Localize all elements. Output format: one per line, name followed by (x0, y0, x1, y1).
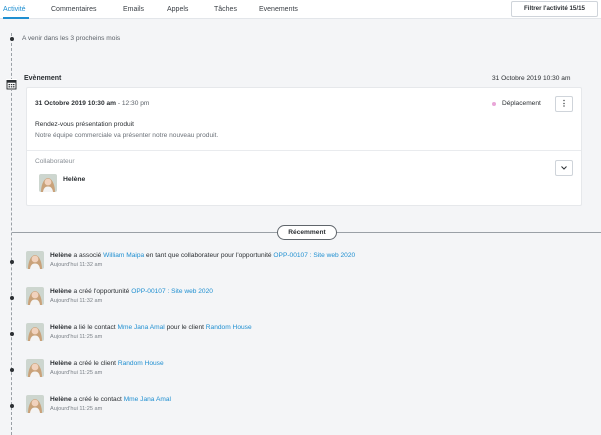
activity-item: Helène a créé le client Random House Aujo… (0, 359, 601, 385)
upcoming-section-label: A venir dans les 3 procheins mois (22, 35, 121, 42)
activity-timestamp: Aujourd'hui 11:25 am (50, 334, 103, 340)
activity-link[interactable]: Random House (206, 324, 252, 331)
activity-item: Helène a lié le contact Mme Jana Amal po… (0, 323, 601, 349)
tab-emails[interactable]: Emails (123, 6, 144, 13)
activity-user: Helène (50, 324, 72, 331)
avatar (26, 359, 44, 377)
collaborator-name: Helène (63, 176, 86, 183)
filter-activity-button[interactable]: Filtrer l'activité 15/15 (511, 1, 598, 17)
activity-link[interactable]: William Maipa (103, 252, 144, 259)
tab-commentaires[interactable]: Commentaires (51, 6, 97, 13)
event-card: 31 Octobre 2019 10:30 am - 12:30 pm Dépl… (26, 87, 582, 206)
timeline-dot (10, 332, 14, 336)
more-options-button[interactable]: ⋮ (555, 96, 573, 112)
activity-item: Helène a créé l'opportunité OPP-00107 : … (0, 287, 601, 313)
activity-text-part: a créé l'opportunité (73, 288, 132, 295)
avatar (26, 287, 44, 305)
event-end: - 12:30 pm (117, 100, 150, 107)
avatar (26, 395, 44, 413)
activity-text-part: en tant que collaborateur pour l'opportu… (144, 252, 274, 259)
recent-section-pill: Récemment (277, 225, 337, 240)
event-date: 31 Octobre 2019 10:30 am (492, 75, 571, 82)
timeline-dot (10, 368, 14, 372)
activity-link[interactable]: OPP-00107 : Site web 2020 (273, 252, 355, 259)
timeline-dot (10, 37, 14, 41)
activity-tabs-bar: Activité Commentaires Emails Appels Tâch… (0, 0, 601, 19)
tab-evenements[interactable]: Evenements (259, 6, 298, 13)
avatar (39, 174, 57, 192)
category-color-dot (492, 102, 496, 106)
activity-text: Helène a créé le contact Mme Jana Amal (50, 396, 171, 403)
event-category: Déplacement (502, 100, 541, 107)
timeline-dot (10, 260, 14, 264)
card-divider (27, 150, 581, 151)
activity-text-part: a créé le contact (73, 396, 124, 403)
activity-timestamp: Aujourd'hui 11:25 am (50, 370, 103, 376)
activity-link[interactable]: Random House (118, 360, 164, 367)
activity-timestamp: Aujourd'hui 11:32 am (50, 298, 103, 304)
activity-text: Helène a lié le contact Mme Jana Amal po… (50, 324, 252, 331)
activity-link[interactable]: Mme Jana Amal (117, 324, 164, 331)
activity-timestamp: Aujourd'hui 11:32 am (50, 262, 103, 268)
avatar (26, 323, 44, 341)
event-description: Notre équipe commerciale va présenter no… (35, 132, 219, 139)
chevron-down-icon (561, 166, 567, 170)
activity-text: Helène a associé William Maipa en tant q… (50, 252, 355, 259)
activity-user: Helène (50, 252, 72, 259)
event-start: 31 Octobre 2019 10:30 am (35, 100, 117, 107)
activity-text: Helène a créé l'opportunité OPP-00107 : … (50, 288, 213, 295)
collaborator-label: Collaborateur (35, 158, 75, 165)
activity-text-part: a créé le client (73, 360, 118, 367)
tab-appels[interactable]: Appels (167, 6, 188, 13)
activity-text-part: a lié le contact (73, 324, 118, 331)
tab-activite[interactable]: Activité (3, 6, 26, 13)
avatar (26, 251, 44, 269)
activity-user: Helène (50, 288, 72, 295)
event-type-label: Evènement (24, 75, 62, 82)
timeline-dot (10, 404, 14, 408)
activity-user: Helène (50, 396, 72, 403)
activity-link[interactable]: OPP-00107 : Site web 2020 (131, 288, 213, 295)
activity-text-part: a associé (73, 252, 104, 259)
calendar-icon (6, 79, 17, 90)
activity-text-part: pour le client (164, 324, 206, 331)
activity-text: Helène a créé le client Random House (50, 360, 164, 367)
collaborator-expand-button[interactable] (555, 160, 573, 176)
timeline-dot (10, 296, 14, 300)
activity-timestamp: Aujourd'hui 11:25 am (50, 406, 103, 412)
event-time-range: 31 Octobre 2019 10:30 am - 12:30 pm (35, 100, 149, 107)
activity-item: Helène a associé William Maipa en tant q… (0, 251, 601, 277)
activity-item: Helène a créé le contact Mme Jana Amal Au… (0, 395, 601, 421)
tab-taches[interactable]: Tâches (214, 6, 237, 13)
activity-user: Helène (50, 360, 72, 367)
active-tab-indicator (3, 17, 29, 19)
event-subject: Rendez-vous présentation produit (35, 121, 134, 128)
activity-link[interactable]: Mme Jana Amal (124, 396, 171, 403)
